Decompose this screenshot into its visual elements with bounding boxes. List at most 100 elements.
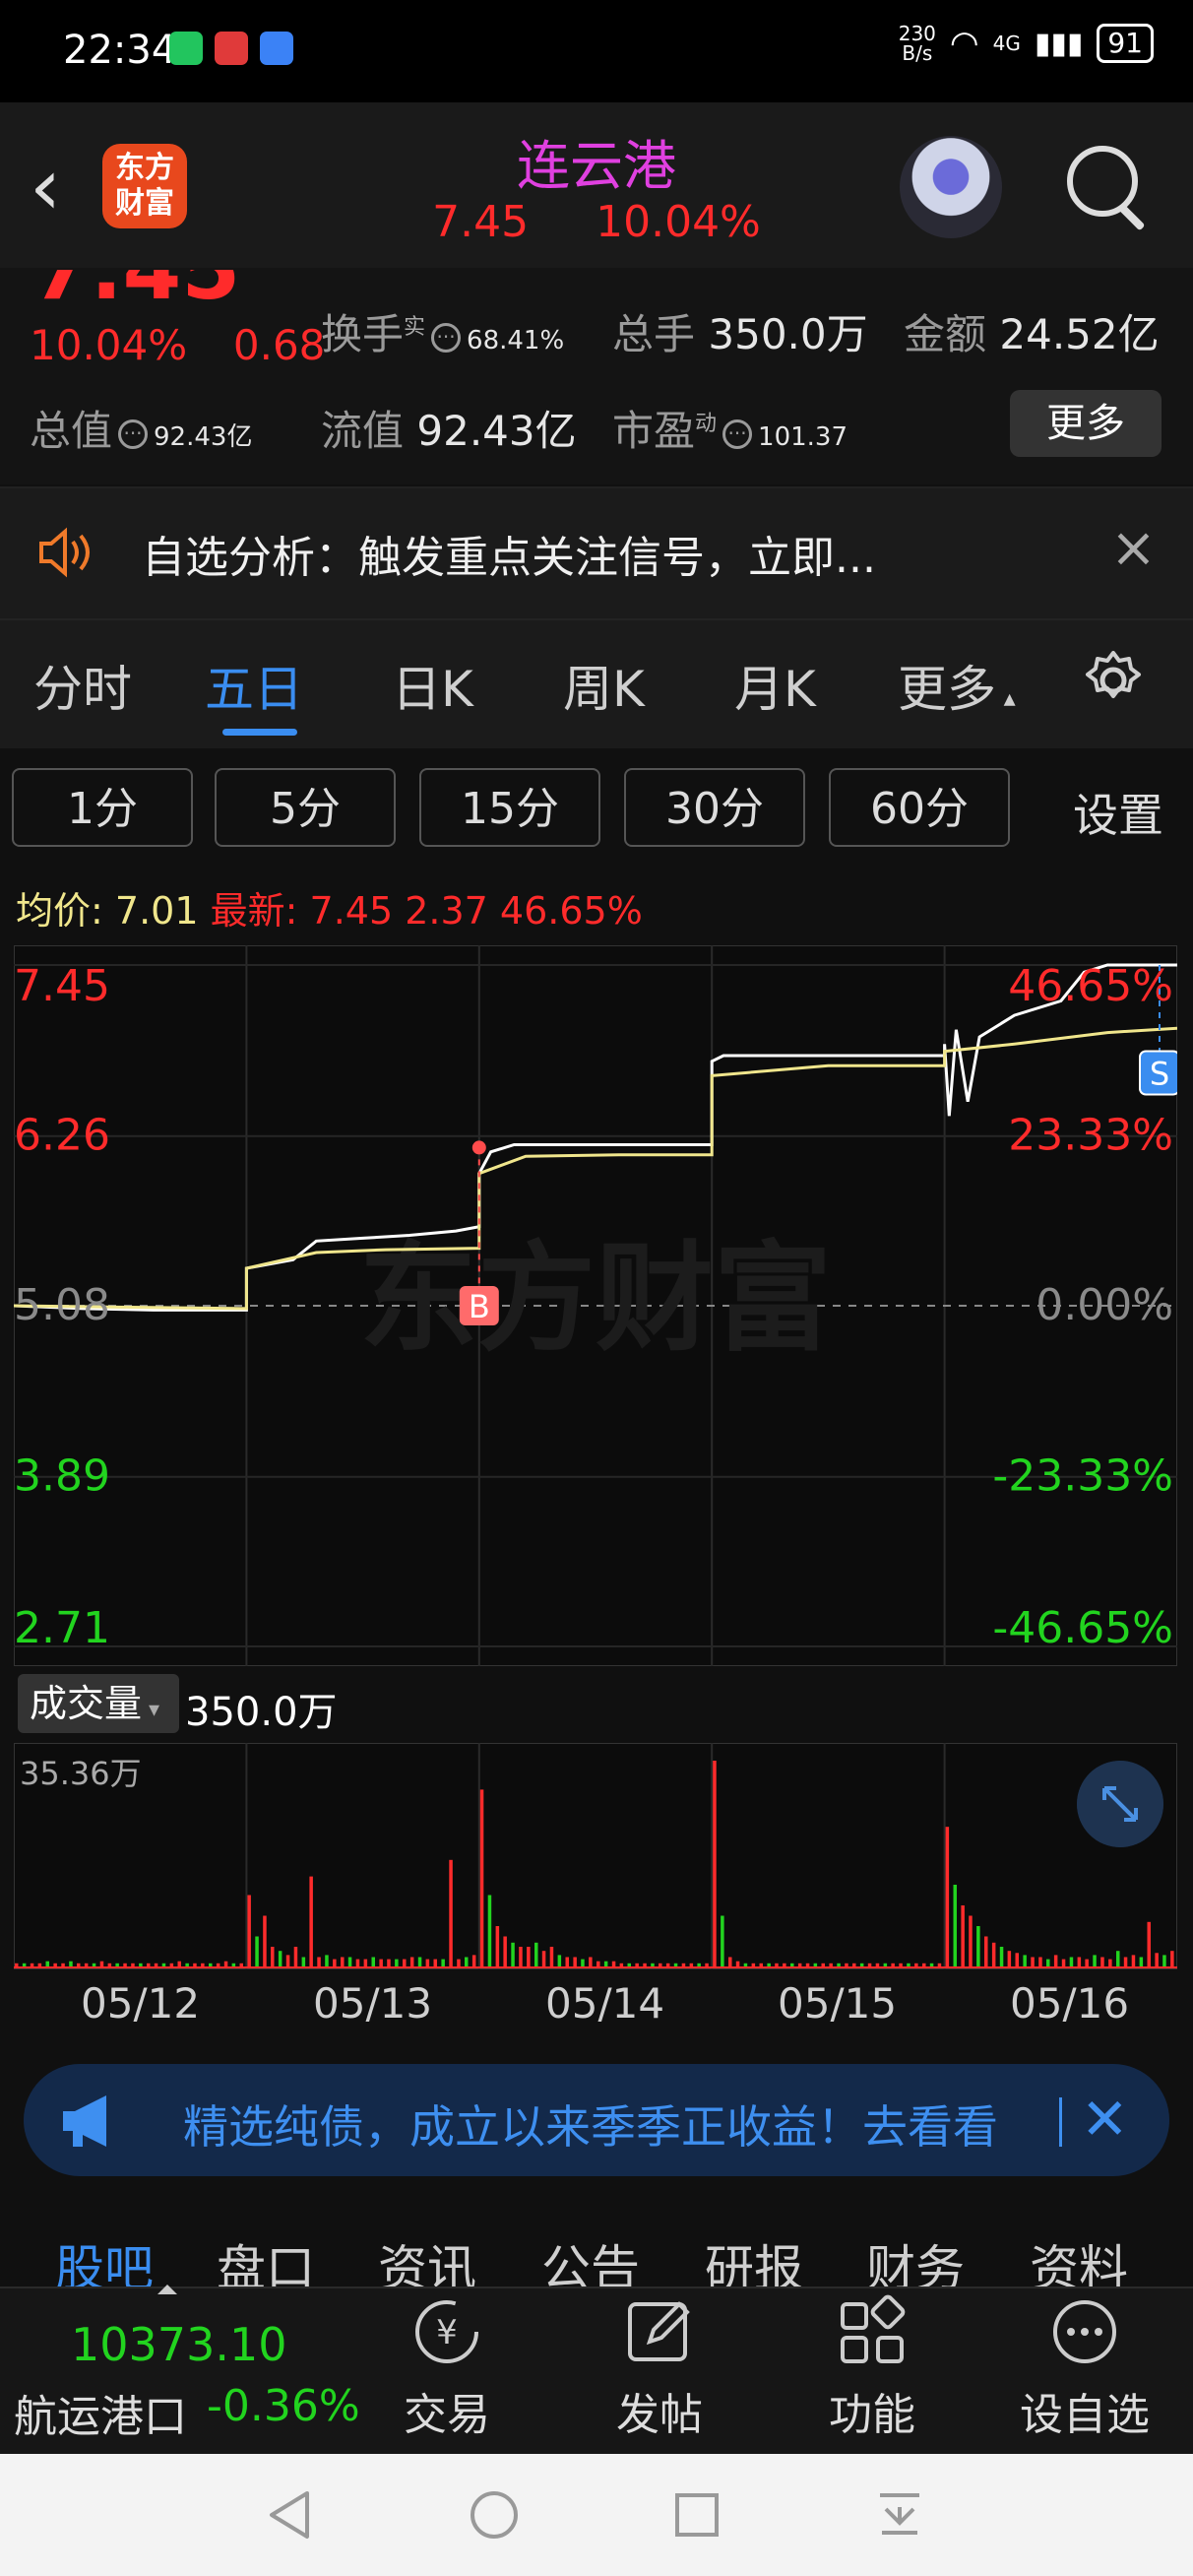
- tab-more[interactable]: 更多 ▴: [898, 650, 1016, 721]
- volume-bar: [301, 1957, 306, 1967]
- tab-intraday[interactable]: 分时: [33, 650, 132, 721]
- sector-index-name[interactable]: 航运港口: [14, 2381, 187, 2444]
- gear-icon[interactable]: [1081, 648, 1146, 713]
- volume-bar: [278, 1951, 283, 1967]
- info-icon[interactable]: ···: [431, 322, 462, 353]
- volume-bar: [1147, 1921, 1151, 1967]
- add-watchlist-button[interactable]: 设自选: [1016, 2294, 1154, 2442]
- more-dots-icon: [1053, 2300, 1116, 2363]
- chart-legend-line: 均价: 7.01 最新: 7.45 2.37 46.65%: [16, 889, 643, 933]
- volume-bar: [495, 1926, 500, 1967]
- volume-bar: [1053, 1955, 1058, 1967]
- volume-bar: [991, 1942, 996, 1967]
- tab-daily-k[interactable]: 日K: [392, 650, 473, 721]
- net-speed: 230 B/s: [898, 22, 936, 65]
- volume-bar: [395, 1959, 399, 1967]
- volume-bar: [1085, 1959, 1089, 1967]
- volume-bar: [425, 1959, 430, 1967]
- close-icon[interactable]: ✕: [1081, 2086, 1129, 2153]
- volume-chart[interactable]: [14, 1743, 1177, 1969]
- subtab-research[interactable]: 研报: [705, 2229, 803, 2286]
- info-icon[interactable]: ···: [722, 419, 753, 449]
- volume-bar: [969, 1915, 973, 1967]
- five-day-price-chart[interactable]: 东方财富 7.45 46.65% 6.26 23.33% 5.08 0.00% 3.89 -2…: [14, 945, 1177, 1666]
- close-icon[interactable]: ×: [1110, 516, 1157, 580]
- megaphone-icon: [63, 2095, 106, 2147]
- volume-indicator-select[interactable]: 成交量 ▾: [18, 1674, 179, 1733]
- volume-frame: [14, 1743, 1177, 1969]
- volume-bar: [347, 1957, 352, 1967]
- volume-bar: [309, 1876, 313, 1967]
- x-tick-label: 05/16: [1010, 1979, 1130, 2028]
- volume-bar: [728, 1957, 732, 1967]
- subtab-announcements[interactable]: 公告: [541, 2229, 640, 2286]
- volume-bar: [1162, 1955, 1166, 1967]
- interval-1min-button[interactable]: 1分: [12, 768, 193, 847]
- tab-five-day[interactable]: 五日: [205, 650, 303, 721]
- nav-back-icon[interactable]: [264, 2487, 315, 2543]
- interval-15min-button[interactable]: 15分: [419, 768, 600, 847]
- quote-change: 10.04% 0.68: [30, 321, 326, 369]
- volume-bar: [263, 1915, 267, 1967]
- float-value-field: 流值 92.43亿: [321, 407, 577, 455]
- sell-marker-label: S: [1150, 1055, 1169, 1092]
- volume-bar: [417, 1957, 422, 1967]
- subtab-finance[interactable]: 财务: [866, 2229, 965, 2286]
- pe-field: 市盈动 ··· 101.37: [612, 407, 848, 455]
- volume-bar: [363, 1959, 368, 1967]
- nav-recents-icon[interactable]: [671, 2489, 722, 2541]
- subtab-profile[interactable]: 资料: [1030, 2229, 1128, 2286]
- network-label: 4G: [992, 32, 1021, 55]
- volume-bar: [1131, 1955, 1136, 1967]
- volume-bar: [1061, 1959, 1066, 1967]
- volume-bar: [527, 1947, 531, 1967]
- turnover-field: 换手实 ··· 68.41%: [321, 310, 565, 358]
- info-icon[interactable]: ···: [118, 419, 149, 449]
- ad-divider: [1059, 2097, 1062, 2147]
- post-button[interactable]: 发帖: [591, 2294, 728, 2442]
- sector-index-value[interactable]: 10373.10: [71, 2318, 287, 2371]
- nav-home-icon[interactable]: [467, 2487, 522, 2543]
- tab-monthly-k[interactable]: 月K: [734, 650, 816, 721]
- nav-price-line: 7.45 10.04%: [0, 197, 1193, 247]
- volume-bar: [293, 1947, 298, 1967]
- functions-button[interactable]: 功能: [803, 2294, 941, 2442]
- y-axis-left-tick: 2.71: [14, 1603, 110, 1653]
- battery-icon: 91: [1097, 24, 1154, 63]
- volume-bar: [1170, 1951, 1174, 1967]
- y-axis-right-tick: 23.33%: [1008, 1111, 1173, 1161]
- interval-60min-button[interactable]: 60分: [829, 768, 1010, 847]
- subtab-forum[interactable]: 股吧: [55, 2229, 154, 2286]
- volume-bar: [1023, 1955, 1027, 1967]
- x-tick-label: 05/12: [81, 1979, 201, 2028]
- y-axis-right-tick: -23.33%: [992, 1451, 1173, 1502]
- nav-change-pct: 10.04%: [596, 197, 761, 247]
- volume-bar: [333, 1959, 337, 1967]
- chart-app-icon: [260, 32, 293, 65]
- expand-icon[interactable]: [1077, 1761, 1163, 1847]
- subtab-news[interactable]: 资讯: [378, 2229, 476, 2286]
- settings-button[interactable]: 设置: [1073, 780, 1163, 845]
- stock-name: 连云港: [517, 135, 676, 197]
- caret-up-icon: [157, 2285, 177, 2294]
- trade-button[interactable]: ¥ 交易: [378, 2294, 516, 2442]
- nav-price: 7.45: [432, 197, 530, 247]
- nav-notification-icon[interactable]: [872, 2485, 927, 2541]
- more-button[interactable]: 更多: [1010, 390, 1162, 457]
- volume-bar: [271, 1947, 275, 1967]
- signal-icon: ▮▮▮: [1034, 26, 1084, 61]
- notice-text: 自选分析：触发重点关注信号，立即...: [142, 533, 876, 583]
- subtab-orderbook[interactable]: 盘口: [217, 2229, 315, 2286]
- volume-bar: [1077, 1957, 1082, 1967]
- sector-index-change: -0.36%: [207, 2381, 360, 2431]
- robot-assistant-icon[interactable]: [900, 136, 1002, 238]
- interval-30min-button[interactable]: 30分: [624, 768, 805, 847]
- watermark: 东方财富: [359, 1231, 832, 1368]
- search-icon[interactable]: [1067, 146, 1138, 217]
- tab-weekly-k[interactable]: 周K: [563, 650, 645, 721]
- x-tick-label: 05/13: [313, 1979, 433, 2028]
- x-tick-label: 05/15: [778, 1979, 898, 2028]
- interval-5min-button[interactable]: 5分: [215, 768, 396, 847]
- volume-bar: [457, 1959, 461, 1967]
- volume-bar: [487, 1895, 492, 1967]
